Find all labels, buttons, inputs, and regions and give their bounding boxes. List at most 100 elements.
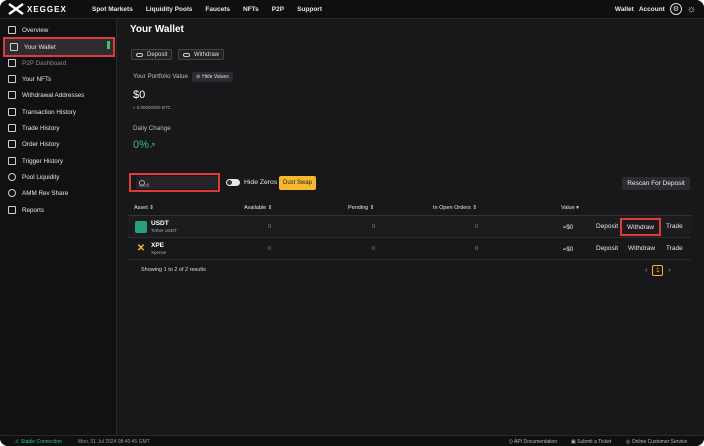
sidebar-item-overview[interactable]: Overview — [3, 23, 115, 37]
eye-off-icon: ⊘ — [196, 74, 201, 80]
withdraw-link[interactable]: Withdraw — [628, 245, 655, 252]
sidebar-item-order-history[interactable]: Order History — [3, 137, 115, 151]
col-open-orders[interactable]: In Open Orders ⇕ — [433, 205, 477, 211]
rescan-for-deposit-button[interactable]: Rescan For Deposit — [622, 177, 690, 190]
trigger-icon — [8, 157, 16, 165]
page-button[interactable]: 1 — [652, 265, 664, 276]
asset-name: Tether USDT — [151, 228, 178, 233]
sidebar-item-label: Overview — [22, 26, 49, 34]
submit-ticket-link[interactable]: ▣ Submit a Ticket — [571, 439, 611, 445]
top-navbar: XEGGEX Spot Markets Liquidity Pools Fauc… — [0, 0, 704, 19]
brand-name: XEGGEX — [27, 4, 67, 14]
col-value-label: Value ▾ — [561, 205, 579, 211]
next-page-icon[interactable]: › — [668, 267, 670, 274]
sidebar-item-label: Withdrawal Addresses — [22, 91, 85, 99]
withdraw-label: Withdraw — [194, 51, 220, 58]
footer-datetime: Mon, 01 Jul 2024 08:40:45 GMT — [78, 439, 150, 445]
customer-service-link[interactable]: ◎ Online Customer Service — [626, 439, 687, 445]
nav-p2p[interactable]: P2P — [272, 6, 284, 13]
support-label: Online Customer Service — [631, 439, 688, 445]
sidebar-item-label: Trigger History — [22, 157, 64, 165]
reports-icon — [8, 206, 16, 214]
col-asset[interactable]: Asset ⇕ — [134, 205, 154, 211]
sidebar-item-pool-liquidity[interactable]: Pool Liquidity — [3, 170, 115, 184]
hide-zeros-label: Hide Zeros — [244, 179, 278, 186]
deposit-label: Deposit — [147, 51, 168, 58]
theme-sun-icon[interactable]: ☼ — [687, 4, 696, 15]
main-nav: Spot Markets Liquidity Pools Faucets NFT… — [78, 6, 335, 13]
pagination: ‹ 1 › — [645, 265, 671, 276]
wallet-icon — [10, 43, 18, 51]
table-row: ✕ XPE Xpense 0 0 0 ≈$0 Deposit Withdraw … — [128, 238, 691, 260]
address-book-icon — [8, 91, 16, 99]
usdt-coin-icon — [135, 221, 147, 233]
ticket-label: Submit a Ticket — [577, 439, 612, 445]
search-value: usdt — [139, 183, 150, 189]
api-docs-label: API Documentation — [514, 439, 558, 445]
nav-faucets[interactable]: Faucets — [205, 6, 230, 13]
nav-spot-markets[interactable]: Spot Markets — [92, 6, 133, 13]
nav-support[interactable]: Support — [297, 6, 322, 13]
sidebar-item-trigger-history[interactable]: Trigger History — [3, 154, 115, 168]
dust-swap-button[interactable]: Dust Swap — [279, 176, 317, 190]
connection-status: .ıl Stable Connection — [14, 439, 62, 445]
trade-history-icon — [8, 124, 16, 132]
wallet-link[interactable]: Wallet — [615, 6, 634, 13]
sidebar-item-your-nfts[interactable]: Your NFTs — [3, 72, 115, 86]
sidebar-item-label: P2P Dashboard — [22, 59, 67, 67]
main-content: Your Wallet Deposit Withdraw Your Portfo… — [118, 19, 704, 435]
pool-icon — [8, 173, 16, 181]
nav-liquidity-pools[interactable]: Liquidity Pools — [146, 6, 193, 13]
withdraw-link: Withdraw — [627, 223, 655, 231]
sidebar-item-trade-history[interactable]: Trade History — [3, 121, 115, 135]
settings-gear-icon[interactable]: ⚙ — [669, 3, 682, 15]
trade-link[interactable]: Trade — [666, 245, 683, 252]
hide-values-button[interactable]: ⊘ Hide Values — [192, 72, 233, 82]
brand-logo[interactable]: XEGGEX — [8, 3, 78, 15]
xeggex-logo-icon — [8, 3, 24, 15]
nav-nfts[interactable]: NFTs — [243, 6, 259, 13]
connection-label: Stable Connection — [20, 439, 62, 445]
hide-values-label: Hide Values — [202, 74, 229, 80]
search-input[interactable]: usdt — [136, 176, 218, 189]
sidebar: Overview Your Wallet P2P Dashboard Your … — [0, 19, 117, 435]
trend-up-icon: ↗ — [148, 141, 156, 150]
available-value: 0 — [268, 246, 272, 252]
sidebar-item-your-wallet[interactable]: Your Wallet — [3, 37, 115, 57]
sidebar-item-transaction-history[interactable]: Transaction History — [3, 105, 115, 119]
overview-icon — [8, 26, 16, 34]
sidebar-item-label: Your Wallet — [24, 43, 56, 51]
sidebar-item-label: Reports — [22, 206, 45, 214]
hide-zeros-toggle[interactable] — [226, 179, 240, 186]
daily-change-label: Daily Change — [133, 125, 171, 132]
account-link[interactable]: Account — [639, 6, 665, 13]
sidebar-item-label: Pool Liquidity — [22, 173, 60, 181]
deposit-link[interactable]: Deposit — [596, 245, 618, 252]
search-highlight: usdt — [129, 173, 220, 192]
top-right-menu: Wallet Account ⚙ ☼ — [615, 3, 696, 15]
col-value[interactable]: Value ▾ — [561, 205, 579, 211]
withdraw-button[interactable]: Withdraw — [178, 49, 225, 60]
sidebar-item-label: Order History — [22, 140, 60, 148]
sidebar-item-amm-rev-share[interactable]: AMM Rev Share — [3, 186, 115, 200]
sidebar-item-label: Trade History — [22, 124, 60, 132]
sidebar-item-withdrawal-addresses[interactable]: Withdrawal Addresses — [3, 88, 115, 102]
daily-change-value: 0%↗ — [133, 139, 156, 151]
withdraw-icon — [183, 52, 190, 57]
sidebar-item-p2p-dashboard[interactable]: P2P Dashboard — [3, 56, 115, 70]
deposit-link[interactable]: Deposit — [596, 223, 618, 230]
trade-link[interactable]: Trade — [666, 223, 683, 230]
deposit-button[interactable]: Deposit — [131, 49, 173, 60]
col-pending[interactable]: Pending ⇕ — [348, 205, 374, 211]
withdraw-link-highlight[interactable]: Withdraw — [620, 218, 662, 236]
page-title: Your Wallet — [130, 24, 184, 35]
prev-page-icon[interactable]: ‹ — [645, 267, 647, 274]
sidebar-item-reports[interactable]: Reports — [3, 203, 115, 217]
col-available[interactable]: Available ⇕ — [244, 205, 272, 211]
pending-value: 0 — [372, 224, 376, 230]
table-header: Asset ⇕ Available ⇕ Pending ⇕ In Open Or… — [128, 200, 691, 216]
asset-value: ≈$0 — [563, 246, 574, 253]
api-docs-link[interactable]: ⟨⟩ API Documentation — [509, 439, 557, 445]
pending-value: 0 — [372, 246, 376, 252]
order-history-icon — [8, 140, 16, 148]
